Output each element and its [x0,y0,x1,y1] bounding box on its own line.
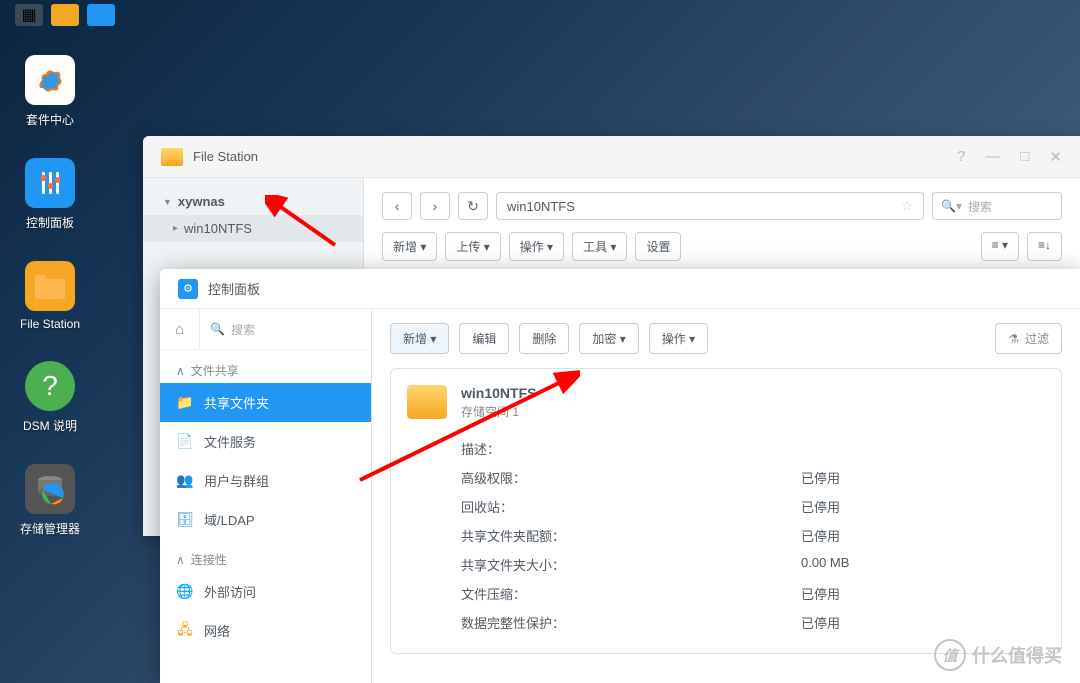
encrypt-button[interactable]: 加密 ▾ [579,323,638,354]
maximize-button[interactable]: □ [1020,148,1029,165]
desktop-icon-package-center[interactable]: 套件中心 [15,55,85,128]
new-button[interactable]: 新增 ▾ [382,232,437,261]
search-icon: 🔍▾ [941,199,962,213]
taskbar-folder-icon[interactable] [51,4,79,26]
package-center-icon [25,55,75,105]
sidebar-item-external-access[interactable]: 🌐外部访问 [160,572,371,611]
watermark-icon: 值 [934,639,966,671]
new-button[interactable]: 新增 ▾ [390,323,449,354]
folder-icon [161,148,183,166]
refresh-button[interactable]: ↻ [458,192,488,220]
desktop-icon-file-station[interactable]: File Station [15,261,85,331]
home-button[interactable]: ⌂ [160,309,200,349]
file-station-titlebar[interactable]: File Station ? — □ ✕ [143,136,1080,178]
desktop-icon-label: DSM 说明 [23,417,77,434]
window-title: 控制面板 [208,279,1062,298]
tree-root[interactable]: xywnas [143,188,363,215]
desktop-icon-control-panel[interactable]: 控制面板 [15,158,85,231]
section-file-share: ∧文件共享 [160,350,371,383]
taskbar-grid-icon[interactable]: ▦ [15,4,43,26]
minimize-button[interactable]: — [985,148,1000,165]
window-title: File Station [193,149,937,164]
share-name: win10NTFS [461,385,536,401]
desktop-icon-label: 套件中心 [26,111,74,128]
taskbar: ▦ [0,0,115,29]
desktop-icons: 套件中心 控制面板 File Station ? DSM 说明 存储管理器 [15,55,85,537]
ops-button[interactable]: 操作 ▾ [649,323,708,354]
filter-button[interactable]: ⚗过滤 [995,323,1062,354]
settings-button[interactable]: 设置 [635,232,681,261]
delete-button[interactable]: 删除 [519,323,569,354]
edit-button[interactable]: 编辑 [459,323,509,354]
control-panel-main: 新增 ▾ 编辑 删除 加密 ▾ 操作 ▾ ⚗过滤 win10NTFS 存储空间 … [372,309,1080,683]
upload-button[interactable]: 上传 ▾ [445,232,500,261]
file-services-icon: 📄 [176,433,194,451]
desktop-icon-storage-manager[interactable]: 存储管理器 [15,464,85,537]
share-volume: 存储空间 1 [461,403,536,420]
filter-icon: ⚗ [1008,332,1019,346]
view-button[interactable]: ≡ ▾ [981,232,1019,261]
ldap-icon: 🗄 [176,511,194,529]
search-input[interactable]: 🔍▾ 搜索 [932,192,1062,220]
back-button[interactable]: ‹ [382,192,412,220]
desktop-icon-label: File Station [20,317,80,331]
desktop-icon-label: 控制面板 [26,214,74,231]
watermark: 值 什么值得买 [934,639,1062,671]
forward-button[interactable]: › [420,192,450,220]
help-icon: ? [25,361,75,411]
sidebar-search-input[interactable]: 🔍 搜索 [200,309,371,349]
desktop-icon-dsm-help[interactable]: ? DSM 说明 [15,361,85,434]
share-folder-icon [407,385,447,419]
star-icon[interactable]: ☆ [901,198,913,214]
control-panel-sidebar: ⌂ 🔍 搜索 ∧文件共享 📁共享文件夹 📄文件服务 👥用户与群组 🗄域/LDAP… [160,309,372,683]
taskbar-control-icon[interactable] [87,4,115,26]
users-icon: 👥 [176,472,194,490]
network-icon: 🖧 [176,622,194,640]
search-icon: 🔍 [210,322,225,336]
sidebar-item-users-groups[interactable]: 👥用户与群组 [160,461,371,500]
sort-button[interactable]: ≡↓ [1027,232,1062,261]
file-station-icon [25,261,75,311]
sidebar-item-shared-folder[interactable]: 📁共享文件夹 [160,383,371,422]
tree-child-win10ntfs[interactable]: win10NTFS [143,215,363,242]
ops-button[interactable]: 操作 ▾ [509,232,564,261]
control-panel-icon [25,158,75,208]
tools-button[interactable]: 工具 ▾ [572,232,627,261]
share-card[interactable]: win10NTFS 存储空间 1 描述： 高级权限：已停用 回收站：已停用 共享… [390,368,1062,654]
path-input[interactable]: win10NTFS ☆ [496,192,924,220]
shared-folder-icon: 📁 [176,394,194,412]
path-text: win10NTFS [507,199,575,214]
close-button[interactable]: ✕ [1049,148,1062,166]
sidebar-item-domain-ldap[interactable]: 🗄域/LDAP [160,500,371,539]
storage-manager-icon [25,464,75,514]
section-connectivity: ∧连接性 [160,539,371,572]
help-button[interactable]: ? [957,148,965,165]
share-details-table: 描述： 高级权限：已停用 回收站：已停用 共享文件夹配额：已停用 共享文件夹大小… [461,434,1045,637]
control-panel-window: ⚙ 控制面板 ⌂ 🔍 搜索 ∧文件共享 📁共享文件夹 📄文件服务 👥用户与群组 … [160,269,1080,683]
sidebar-item-file-services[interactable]: 📄文件服务 [160,422,371,461]
control-panel-titlebar[interactable]: ⚙ 控制面板 [160,269,1080,309]
external-icon: 🌐 [176,583,194,601]
sidebar-item-network[interactable]: 🖧网络 [160,611,371,650]
desktop-icon-label: 存储管理器 [20,520,80,537]
control-panel-icon: ⚙ [178,279,198,299]
